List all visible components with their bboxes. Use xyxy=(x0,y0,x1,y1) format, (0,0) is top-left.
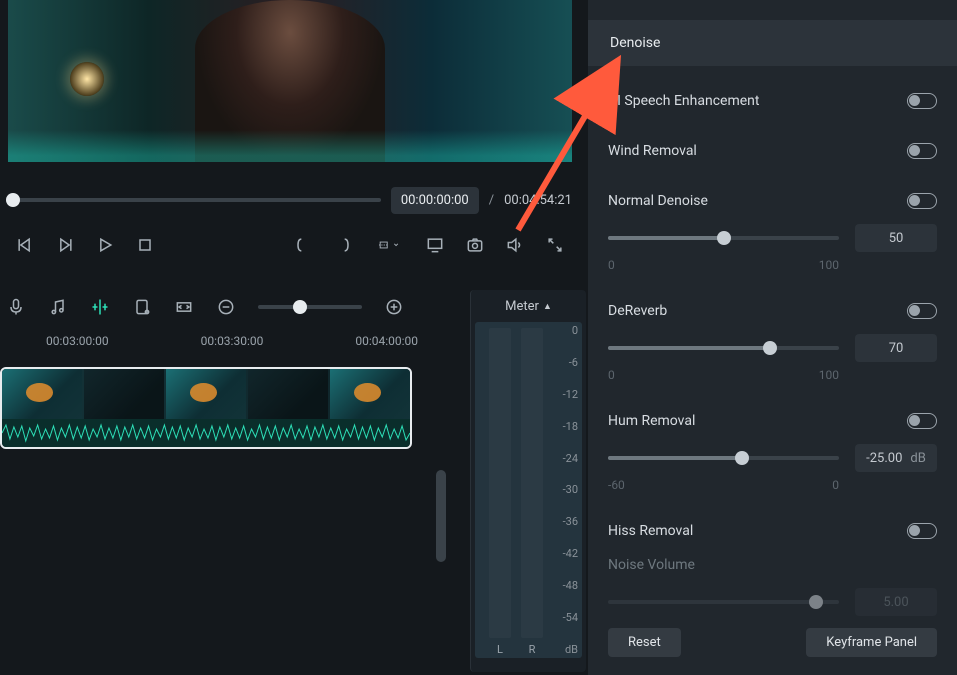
hum-removal-toggle[interactable] xyxy=(907,413,937,429)
noise-volume-label: Noise Volume xyxy=(608,557,695,573)
volume-icon[interactable] xyxy=(504,234,526,256)
slider-knob[interactable] xyxy=(763,341,777,355)
ruler-tick: 00:04:00:00 xyxy=(309,334,464,360)
noise-volume-value[interactable]: 5.00 xyxy=(855,588,937,616)
chevron-up-icon: ▲ xyxy=(543,301,552,312)
snapshot-icon[interactable] xyxy=(464,234,486,256)
hum-removal-slider[interactable] xyxy=(608,456,839,460)
ai-speech-toggle[interactable] xyxy=(907,93,937,109)
preview-content xyxy=(8,130,572,162)
meter-label: Meter xyxy=(505,299,539,314)
keyframe-panel-button[interactable]: Keyframe Panel xyxy=(806,628,937,657)
slider-knob[interactable] xyxy=(735,451,749,465)
wind-removal-toggle[interactable] xyxy=(907,143,937,159)
clip-thumb xyxy=(2,369,82,419)
meter-bar-right xyxy=(521,328,543,638)
slider-knob[interactable] xyxy=(717,231,731,245)
normal-denoise-slider[interactable] xyxy=(608,236,839,240)
mark-out-icon[interactable] xyxy=(332,234,354,256)
slider-knob[interactable] xyxy=(809,595,823,609)
hiss-removal-toggle[interactable] xyxy=(907,523,937,539)
mic-icon[interactable] xyxy=(6,297,26,317)
current-time[interactable]: 00:00:00:00 xyxy=(391,187,479,214)
stop-button[interactable] xyxy=(134,234,156,256)
clip-thumb xyxy=(248,369,328,419)
denoise-panel: Denoise AI Speech Enhancement Wind Remov… xyxy=(588,0,957,675)
hum-removal-label: Hum Removal xyxy=(608,413,695,429)
hiss-removal-label: Hiss Removal xyxy=(608,523,693,539)
hum-removal-value[interactable]: -25.00dB xyxy=(855,444,937,472)
ruler-tick: 00:03:30:00 xyxy=(155,334,310,360)
range-min: 0 xyxy=(608,368,615,382)
dereverb-label: DeReverb xyxy=(608,303,667,319)
mark-in-icon[interactable] xyxy=(292,234,314,256)
play-forward-button[interactable] xyxy=(54,234,76,256)
range-min: 0 xyxy=(608,258,615,272)
range-max: 100 xyxy=(819,368,839,382)
range-max: 100 xyxy=(819,258,839,272)
ai-speech-label: AI Speech Enhancement xyxy=(608,93,759,109)
timeline-clip[interactable] xyxy=(0,367,412,449)
timeline-scrollbar[interactable] xyxy=(436,470,446,562)
meter-l-label: L xyxy=(489,643,511,656)
fit-icon[interactable] xyxy=(174,297,194,317)
page-icon[interactable] xyxy=(132,297,152,317)
zoom-slider[interactable] xyxy=(258,305,362,309)
clip-thumb xyxy=(84,369,164,419)
music-note-icon[interactable] xyxy=(48,297,68,317)
zoom-in-button[interactable] xyxy=(384,297,404,317)
dereverb-toggle[interactable] xyxy=(907,303,937,319)
panel-header[interactable]: Denoise xyxy=(588,20,957,66)
timeline-ruler[interactable]: 00:03:00:00 00:03:30:00 00:04:00:00 xyxy=(0,334,464,360)
panel-title: Denoise xyxy=(610,35,660,51)
video-preview[interactable] xyxy=(8,0,572,162)
dereverb-slider[interactable] xyxy=(608,346,839,350)
fullscreen-icon[interactable] xyxy=(544,234,566,256)
audio-meter-panel: Meter ▲ 0 -6 -12 -18 -24 -30 -36 -42 -48… xyxy=(470,290,586,672)
aspect-dropdown[interactable] xyxy=(372,234,406,256)
wind-removal-label: Wind Removal xyxy=(608,143,697,159)
meter-header[interactable]: Meter ▲ xyxy=(471,290,586,322)
reset-button[interactable]: Reset xyxy=(608,628,681,657)
noise-volume-slider[interactable] xyxy=(608,600,839,604)
scrubber-knob[interactable] xyxy=(6,193,20,207)
zoom-out-button[interactable] xyxy=(216,297,236,317)
meter-r-label: R xyxy=(521,643,543,656)
zoom-knob[interactable] xyxy=(293,300,307,314)
ruler-tick: 00:03:00:00 xyxy=(0,334,155,360)
range-min: -60 xyxy=(608,478,625,492)
clip-thumb xyxy=(166,369,246,419)
playback-scrubber[interactable] xyxy=(8,198,381,202)
normal-denoise-value[interactable]: 50 xyxy=(855,224,937,252)
play-button[interactable] xyxy=(94,234,116,256)
time-separator: / xyxy=(489,193,494,208)
meter-bar-left xyxy=(489,328,511,638)
range-max: 0 xyxy=(832,478,839,492)
normal-denoise-toggle[interactable] xyxy=(907,193,937,209)
audio-track[interactable] xyxy=(2,419,410,447)
duration: 00:04:54:21 xyxy=(504,193,572,208)
dereverb-value[interactable]: 70 xyxy=(855,334,937,362)
preview-content xyxy=(70,62,104,96)
normal-denoise-label: Normal Denoise xyxy=(608,193,708,209)
clip-thumb xyxy=(330,369,410,419)
prev-frame-button[interactable] xyxy=(14,234,36,256)
meter-scale: 0 -6 -12 -18 -24 -30 -36 -42 -48 -54 dB xyxy=(550,324,578,656)
display-icon[interactable] xyxy=(424,234,446,256)
video-track[interactable] xyxy=(2,369,410,419)
cut-icon[interactable] xyxy=(90,297,110,317)
